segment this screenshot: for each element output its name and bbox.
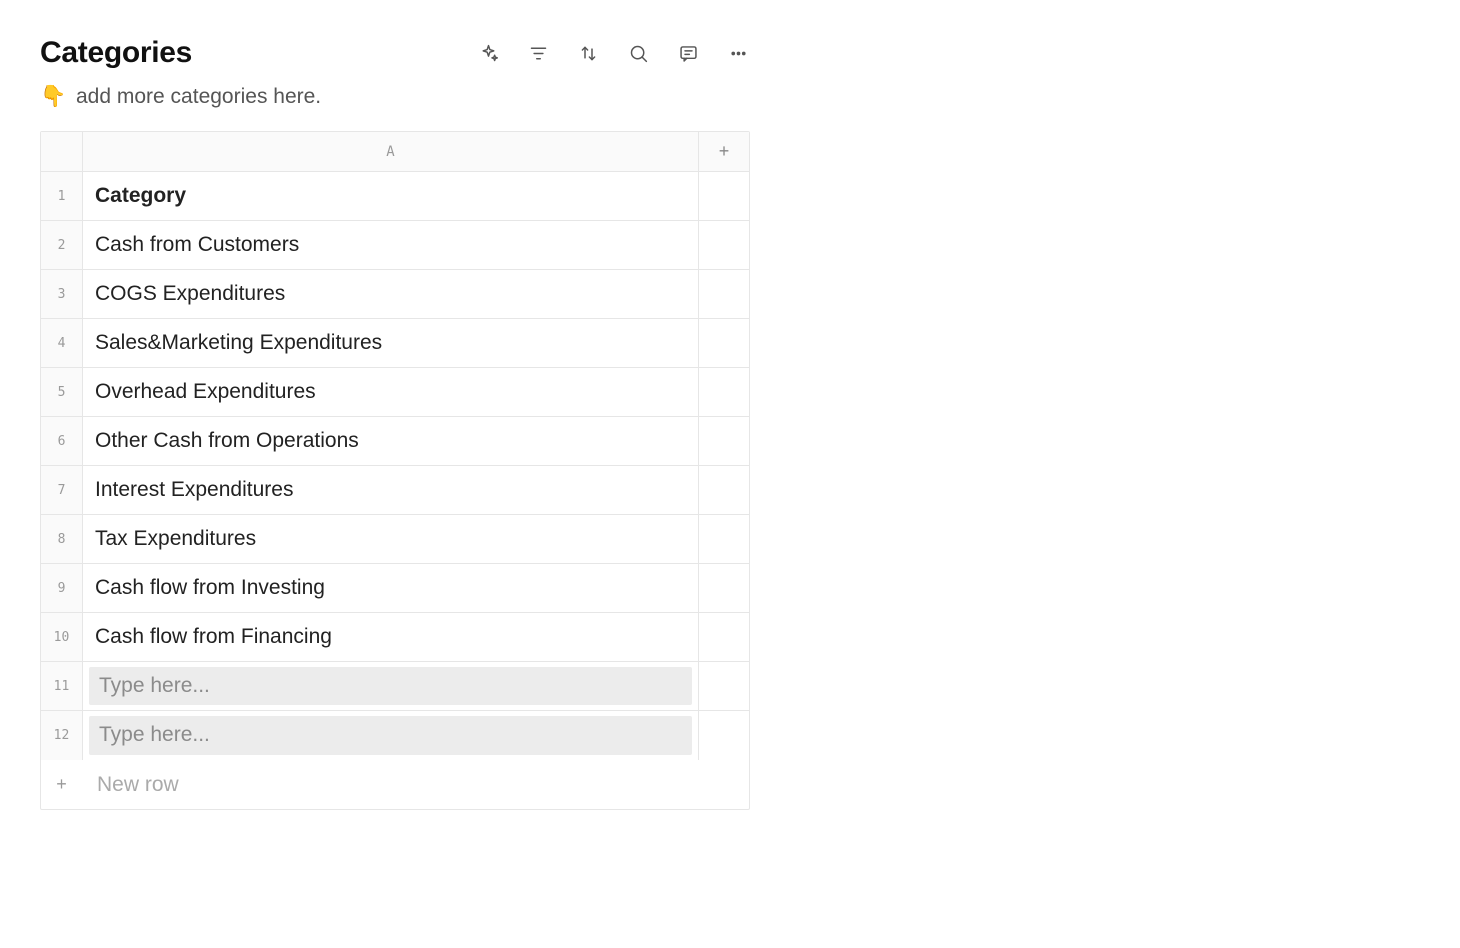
table-row: 2Cash from Customers — [41, 221, 749, 270]
cell[interactable]: Category — [83, 172, 699, 220]
row-number[interactable]: 9 — [41, 564, 83, 612]
cell[interactable]: COGS Expenditures — [83, 270, 699, 318]
table-row: 6Other Cash from Operations — [41, 417, 749, 466]
table-row: 10Cash flow from Financing — [41, 613, 749, 662]
table-row: 1Category — [41, 172, 749, 221]
cell[interactable]: Cash from Customers — [83, 221, 699, 269]
cell[interactable]: Overhead Expenditures — [83, 368, 699, 416]
empty-cell[interactable] — [699, 221, 749, 269]
empty-cell[interactable] — [699, 466, 749, 514]
row-number[interactable]: 12 — [41, 711, 83, 760]
row-number[interactable]: 3 — [41, 270, 83, 318]
sort-icon[interactable] — [576, 41, 600, 65]
empty-cell[interactable] — [699, 662, 749, 710]
row-number[interactable]: 1 — [41, 172, 83, 220]
row-number[interactable]: 2 — [41, 221, 83, 269]
row-number[interactable]: 6 — [41, 417, 83, 465]
row-number[interactable]: 7 — [41, 466, 83, 514]
table-row: 5Overhead Expenditures — [41, 368, 749, 417]
new-row-label: New row — [83, 773, 749, 797]
cell-placeholder[interactable]: Type here... — [89, 667, 692, 705]
empty-cell[interactable] — [699, 711, 749, 760]
row-number[interactable]: 5 — [41, 368, 83, 416]
header: Categories — [40, 36, 750, 70]
cell[interactable]: Interest Expenditures — [83, 466, 699, 514]
row-number[interactable]: 10 — [41, 613, 83, 661]
cell[interactable]: Type here... — [83, 662, 699, 710]
page-title: Categories — [40, 36, 192, 70]
cell[interactable]: Sales&Marketing Expenditures — [83, 319, 699, 367]
row-number[interactable]: 4 — [41, 319, 83, 367]
cell[interactable]: Cash flow from Financing — [83, 613, 699, 661]
table-row: 8Tax Expenditures — [41, 515, 749, 564]
search-icon[interactable] — [626, 41, 650, 65]
cell-placeholder[interactable]: Type here... — [89, 716, 692, 755]
filter-icon[interactable] — [526, 41, 550, 65]
table-row: 12Type here... — [41, 711, 749, 760]
pointing-down-icon: 👇 — [40, 85, 66, 108]
column-header-row: A + — [41, 132, 749, 172]
subtitle-text: add more categories here. — [76, 85, 321, 108]
add-column-button[interactable]: + — [699, 132, 749, 171]
table-row: 4Sales&Marketing Expenditures — [41, 319, 749, 368]
table-row: 9Cash flow from Investing — [41, 564, 749, 613]
cell[interactable]: Tax Expenditures — [83, 515, 699, 563]
table-row: 7Interest Expenditures — [41, 466, 749, 515]
comment-icon[interactable] — [676, 41, 700, 65]
plus-icon: + — [41, 774, 83, 795]
subtitle: 👇 add more categories here. — [40, 82, 1420, 111]
table-row: 3COGS Expenditures — [41, 270, 749, 319]
empty-cell[interactable] — [699, 417, 749, 465]
corner-cell[interactable] — [41, 132, 83, 171]
empty-cell[interactable] — [699, 172, 749, 220]
cell[interactable]: Cash flow from Investing — [83, 564, 699, 612]
row-number[interactable]: 11 — [41, 662, 83, 710]
empty-cell[interactable] — [699, 515, 749, 563]
cell[interactable]: Type here... — [83, 711, 699, 760]
spreadsheet-grid: A + 1Category2Cash from Customers3COGS E… — [40, 131, 750, 810]
empty-cell[interactable] — [699, 270, 749, 318]
table-row: 11Type here... — [41, 662, 749, 711]
empty-cell[interactable] — [699, 319, 749, 367]
cell[interactable]: Other Cash from Operations — [83, 417, 699, 465]
empty-cell[interactable] — [699, 368, 749, 416]
empty-cell[interactable] — [699, 613, 749, 661]
empty-cell[interactable] — [699, 564, 749, 612]
more-icon[interactable] — [726, 41, 750, 65]
toolbar — [476, 41, 750, 65]
row-number[interactable]: 8 — [41, 515, 83, 563]
ai-sparkle-icon[interactable] — [476, 41, 500, 65]
column-header-a[interactable]: A — [83, 132, 699, 171]
new-row-button[interactable]: + New row — [41, 760, 749, 809]
